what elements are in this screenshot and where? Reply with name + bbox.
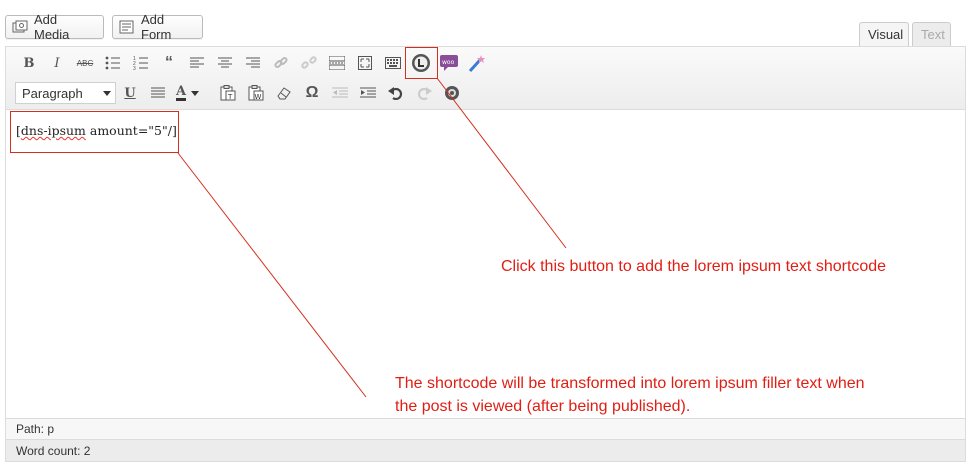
shortcode-annotation-line1: The shortcode will be transformed into l… <box>395 375 865 392</box>
shortcode-callout-line <box>177 152 367 398</box>
button-callout-line <box>436 77 567 249</box>
button-annotation-text: Click this button to add the lorem ipsum… <box>501 258 887 275</box>
shortcode-annotation-line2: the post is viewed (after being publishe… <box>395 398 691 415</box>
